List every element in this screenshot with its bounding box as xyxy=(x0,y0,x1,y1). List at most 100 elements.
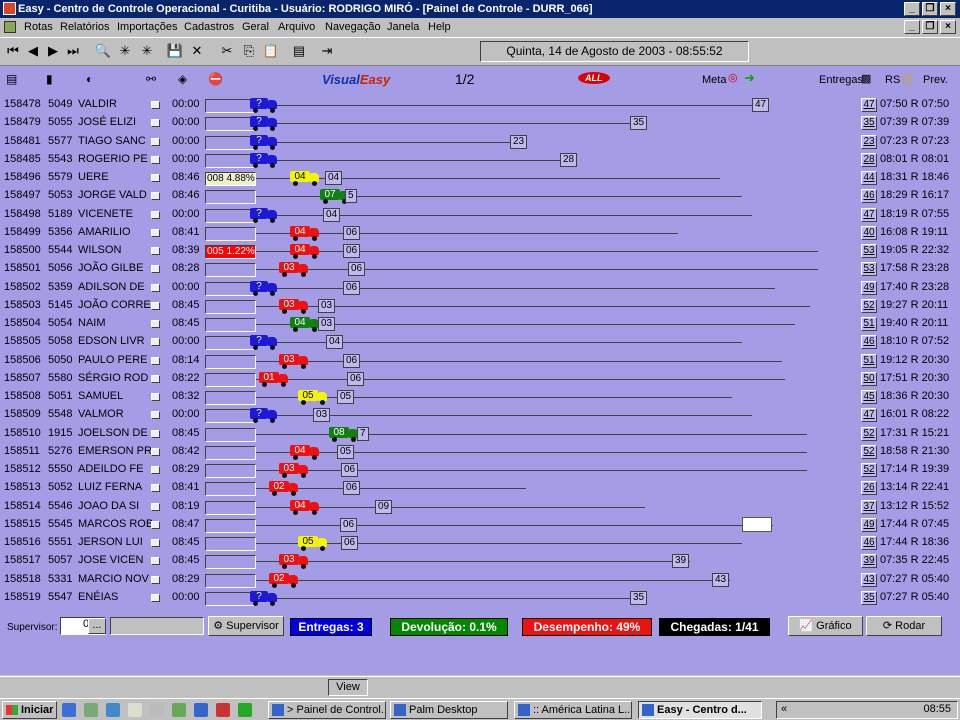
row-checkbox[interactable] xyxy=(151,137,160,146)
previous-icon[interactable]: ◀ xyxy=(24,42,42,60)
exit-icon[interactable]: ⇥ xyxy=(318,42,336,60)
row-checkbox[interactable] xyxy=(151,447,160,456)
row-checkbox[interactable] xyxy=(151,502,160,511)
grafico-button[interactable]: 📈 Gráfico xyxy=(788,616,863,636)
no-uturn-icon[interactable]: ⛔ xyxy=(208,72,223,86)
truck-icon[interactable]: 03 xyxy=(279,353,309,369)
truck-icon[interactable]: ? xyxy=(250,207,278,223)
table-row[interactable]: 158478 5049 VALDIR 00:00 ? 47 47 07:50 R 07:5… xyxy=(0,96,960,114)
return-count-button[interactable]: 43 xyxy=(861,572,877,587)
row-checkbox[interactable] xyxy=(151,411,160,420)
table-row[interactable]: 158509 5548 VALMOR 00:00 ? 03 47 16:01 R 08:2… xyxy=(0,406,960,424)
truck-icon[interactable]: 04 xyxy=(290,499,320,515)
child-restore-icon[interactable]: ❐ xyxy=(922,20,938,34)
return-count-button[interactable]: 26 xyxy=(861,481,877,496)
truck-icon[interactable]: 04 xyxy=(290,317,320,332)
print-icon[interactable]: ▤ xyxy=(290,42,308,60)
row-checkbox[interactable] xyxy=(151,228,160,237)
table-row[interactable]: 158513 5052 LUIZ FERNA 08:41 02 06 26 13:14 R… xyxy=(0,479,960,497)
clock-icon[interactable]: ◷ xyxy=(901,70,913,87)
truck-icon[interactable]: ? xyxy=(250,116,278,132)
return-count-button[interactable]: 47 xyxy=(861,408,877,423)
start-button[interactable]: Iniciar xyxy=(2,701,57,719)
return-count-button[interactable]: 52 xyxy=(861,298,877,313)
save-icon[interactable]: 💾 xyxy=(166,42,184,60)
table-row[interactable]: 158505 5058 EDSON LIVR 00:00 ? 04 46 18:10 R … xyxy=(0,333,960,351)
return-count-button[interactable]: 37 xyxy=(861,499,877,514)
row-checkbox[interactable] xyxy=(151,575,160,584)
table-row[interactable]: 158501 5056 JOÃO GILBE 08:28 03 06 53 17:58 R… xyxy=(0,260,960,278)
table-row[interactable]: 158518 5331 MARCIO NOV 08:29 02 43 43 07:27 R… xyxy=(0,571,960,589)
truck-icon[interactable]: ? xyxy=(250,335,278,351)
tray-expand-icon[interactable]: « xyxy=(781,703,787,715)
table-row[interactable]: 158514 5546 JOAO DA SI 08:19 04 09 37 13:12 R… xyxy=(0,498,960,516)
truck-icon[interactable]: 08 xyxy=(329,426,359,442)
table-row[interactable]: 158519 5547 ENÉIAS 00:00 ? 35 35 07:27 R 05:4… xyxy=(0,589,960,607)
table-row[interactable]: 158485 5543 ROGERIO PE 00:00 ? 28 28 08:01 R … xyxy=(0,151,960,169)
truck-icon[interactable]: 04 xyxy=(290,244,320,259)
table-row[interactable]: 158512 5550 ADEILDO FE 08:29 03 06 52 17:14 R… xyxy=(0,461,960,479)
menu-help[interactable]: Help xyxy=(428,21,451,33)
quicklaunch-icon[interactable] xyxy=(106,703,120,717)
task-palm[interactable]: Palm Desktop xyxy=(390,701,508,719)
return-count-button[interactable]: 53 xyxy=(861,262,877,277)
child-minimize-icon[interactable]: _ xyxy=(904,20,920,34)
row-checkbox[interactable] xyxy=(151,174,160,182)
row-checkbox[interactable] xyxy=(151,520,160,529)
table-row[interactable]: 158504 5054 NAIM 08:45 04 03 51 19:40 R 20:11 xyxy=(0,315,960,333)
return-count-button[interactable]: 40 xyxy=(861,225,877,240)
truck-icon[interactable]: 02 xyxy=(269,481,299,497)
row-checkbox[interactable] xyxy=(151,101,160,109)
table-row[interactable]: 158479 5055 JOSÉ ELIZI 00:00 ? 35 35 07:39 R … xyxy=(0,114,960,132)
truck-icon[interactable]: 03 xyxy=(279,554,309,570)
explorer-icon[interactable] xyxy=(150,703,164,717)
media-icon[interactable] xyxy=(172,703,186,717)
delete-icon[interactable]: ✕ xyxy=(188,42,206,60)
return-count-button[interactable]: 46 xyxy=(861,189,877,204)
row-checkbox[interactable] xyxy=(151,593,160,602)
paste-icon[interactable]: 📋 xyxy=(262,42,280,60)
menu-importacoes[interactable]: Importações xyxy=(117,21,178,33)
player-icon[interactable] xyxy=(238,703,252,717)
row-checkbox[interactable] xyxy=(151,119,160,128)
next-icon[interactable]: ▶ xyxy=(44,42,62,60)
return-count-button[interactable]: 52 xyxy=(861,463,877,477)
helmet-icon[interactable]: ◐ xyxy=(86,72,93,86)
return-count-button[interactable]: 49 xyxy=(861,517,877,532)
return-count-button[interactable]: 51 xyxy=(861,317,877,331)
row-checkbox[interactable] xyxy=(151,338,160,347)
return-count-button[interactable]: 35 xyxy=(861,116,877,131)
task-painel[interactable]: > Painel de Control... xyxy=(268,701,386,719)
menu-rotas[interactable]: Rotas xyxy=(24,21,53,33)
truck-icon[interactable]: 05 xyxy=(298,536,328,551)
table-row[interactable]: 158498 5189 VICENETE 00:00 ? 04 47 18:19 R 07… xyxy=(0,206,960,224)
cut-icon[interactable]: ✂ xyxy=(218,42,236,60)
truck-icon[interactable]: 01 xyxy=(259,371,289,387)
supervisor-lookup-button[interactable]: ... xyxy=(88,618,106,634)
row-checkbox[interactable] xyxy=(151,192,160,201)
return-count-button[interactable]: 46 xyxy=(861,335,877,350)
copy-icon[interactable]: ⎘ xyxy=(240,42,258,60)
filter-icon[interactable]: ✳ xyxy=(116,42,134,60)
return-count-button[interactable]: 50 xyxy=(861,371,877,386)
truck-icon[interactable]: 04 xyxy=(290,225,320,241)
app-shortcut-icon[interactable] xyxy=(216,703,230,717)
return-count-button[interactable]: 45 xyxy=(861,390,877,404)
return-count-button[interactable]: 28 xyxy=(861,152,877,167)
row-checkbox[interactable] xyxy=(151,484,160,493)
menu-relatorios[interactable]: Relatórios xyxy=(60,21,110,33)
target-icon[interactable]: ◎ xyxy=(728,71,738,84)
return-count-button[interactable]: 23 xyxy=(861,134,877,149)
first-record-icon[interactable]: ⏮ xyxy=(4,42,22,60)
table-row[interactable]: 158481 5577 TIAGO SANC 00:00 ? 23 23 07:23 R … xyxy=(0,133,960,151)
menu-geral[interactable]: Geral xyxy=(242,21,269,33)
return-count-button[interactable]: 47 xyxy=(861,207,877,222)
table-row[interactable]: 158508 5051 SAMUEL 08:32 05 05 45 18:36 R 20:… xyxy=(0,388,960,406)
truck-icon[interactable]: ? xyxy=(250,280,278,296)
return-count-button[interactable]: 52 xyxy=(861,426,877,441)
last-record-icon[interactable]: ⏭ xyxy=(64,42,82,60)
row-checkbox[interactable] xyxy=(151,155,160,164)
truck-icon[interactable]: 02 xyxy=(269,572,299,588)
row-checkbox[interactable] xyxy=(151,320,160,328)
truck-icon[interactable]: ? xyxy=(250,134,278,150)
